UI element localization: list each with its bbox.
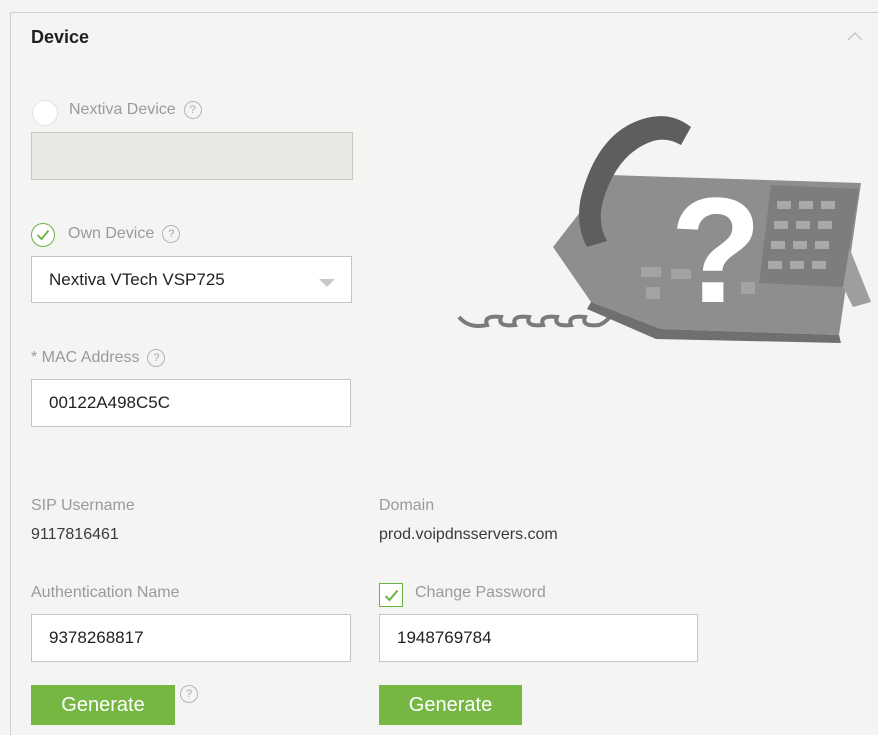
checkmark-icon [36,229,50,241]
nextiva-device-label: Nextiva Device? [69,101,202,119]
help-icon[interactable]: ? [180,685,198,703]
change-password-checkbox[interactable] [379,583,403,607]
device-model-select[interactable]: Nextiva VTech VSP725 [31,256,352,303]
generate-auth-name-button[interactable]: Generate [31,685,175,725]
chevron-up-icon[interactable] [845,29,865,43]
help-icon[interactable]: ? [183,101,202,119]
password-input[interactable]: 1948769784 [379,614,698,662]
own-device-radio[interactable] [31,223,55,247]
help-icon[interactable]: ? [147,349,166,367]
device-section: Device Nextiva Device? Own Device? Nexti… [10,12,878,735]
chevron-down-icon [319,279,335,287]
mac-address-label: * MAC Address? [31,349,166,367]
checkmark-icon [384,589,398,601]
authentication-name-label: Authentication Name [31,584,180,601]
nextiva-device-label-text: Nextiva Device [69,101,176,119]
generate-password-button[interactable]: Generate [379,685,522,725]
mac-address-label-text: * MAC Address [31,349,140,367]
own-device-label-text: Own Device [68,225,155,243]
help-icon[interactable]: ? [162,225,181,243]
domain-label: Domain [379,497,435,514]
section-title: Device [31,27,90,47]
password-value: 1948769784 [397,628,492,647]
mac-address-value: 00122A498C5C [49,393,170,412]
authentication-name-value: 9378268817 [49,628,144,647]
domain-value: prod.voipdnsservers.com [379,526,558,543]
unknown-phone-icon: ? [457,116,871,343]
nextiva-device-field [31,132,353,180]
authentication-name-input[interactable]: 9378268817 [31,614,351,662]
mac-address-input[interactable]: 00122A498C5C [31,379,351,427]
own-device-label: Own Device? [68,225,181,243]
svg-text:?: ? [670,166,762,334]
sip-username-label: SIP Username [31,497,135,514]
device-model-value: Nextiva VTech VSP725 [49,269,225,289]
nextiva-device-radio[interactable] [32,100,58,126]
change-password-label: Change Password [415,584,546,601]
sip-username-value: 9117816461 [31,526,119,543]
